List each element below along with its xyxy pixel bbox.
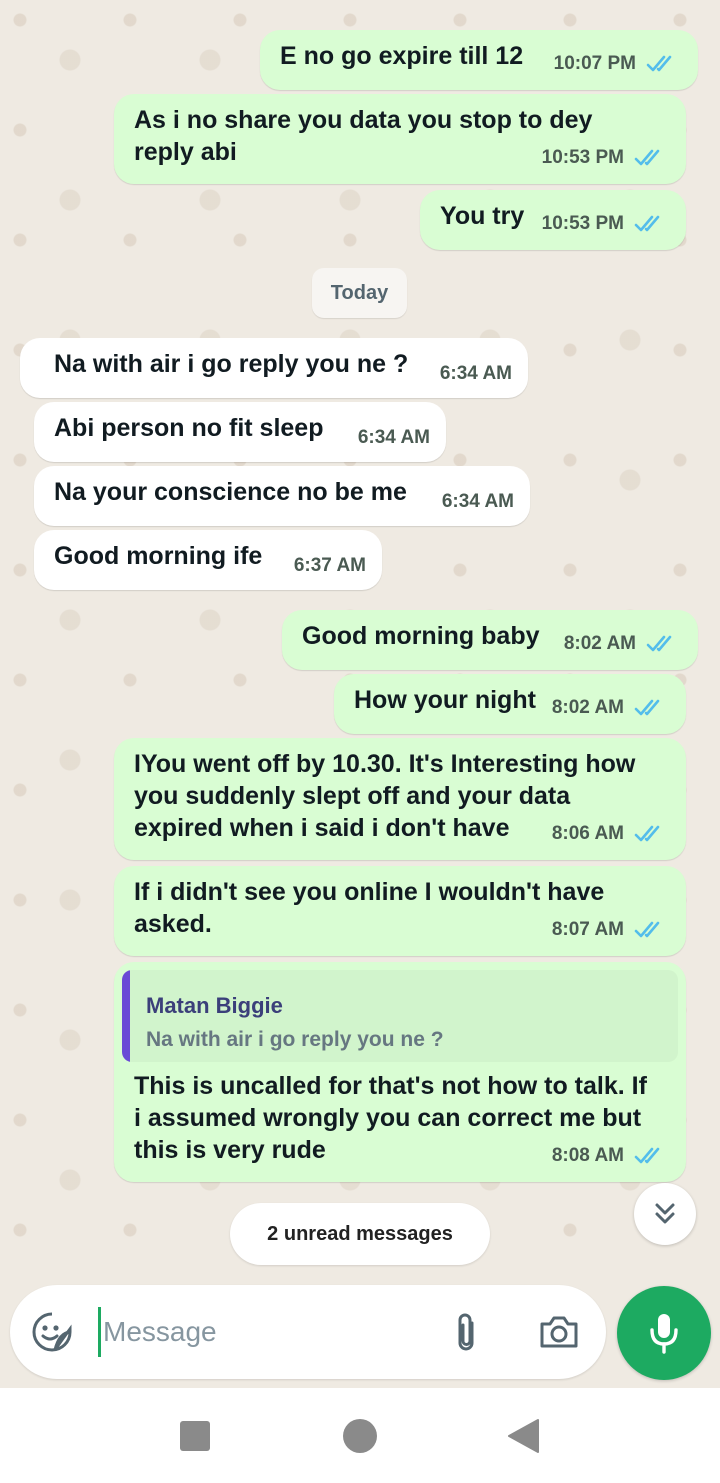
message-meta: 8:02 AM [564, 628, 678, 660]
message-meta: 6:34 AM [440, 358, 512, 390]
message-time: 8:07 AM [551, 919, 624, 940]
message-meta: 8:07 AM [552, 914, 666, 946]
message-time: 6:37 AM [293, 555, 366, 576]
message-text: Good morning ife [54, 542, 263, 570]
outgoing-message[interactable]: Matan Biggie Na with air i go reply you n… [114, 962, 686, 1182]
message-meta: 8:06 AM [552, 818, 666, 850]
read-receipt-icon [634, 921, 660, 938]
message-text: Abi person no fit sleep [54, 414, 324, 442]
message-input[interactable] [98, 1307, 428, 1357]
quoted-sender: Matan Biggie [146, 993, 283, 1018]
message-text: How your night [354, 686, 536, 714]
recent-apps-button[interactable] [179, 1420, 211, 1457]
camera-icon[interactable] [536, 1311, 582, 1353]
message-text: Na your conscience no be me [54, 478, 407, 506]
home-button[interactable] [342, 1418, 378, 1459]
outgoing-message[interactable]: Good morning baby 8:02 AM [282, 610, 698, 670]
message-meta: 8:02 AM [552, 692, 666, 724]
incoming-message[interactable]: Na with air i go reply you ne ? 6:34 AM [20, 338, 528, 398]
message-text: E no go expire till 12 [280, 42, 524, 70]
message-meta: 10:53 PM [542, 142, 666, 174]
incoming-message[interactable]: Abi person no fit sleep 6:34 AM [34, 402, 446, 462]
outgoing-message[interactable]: How your night 8:02 AM [334, 674, 686, 734]
date-divider: Today [312, 268, 407, 318]
outgoing-message[interactable]: IYou went off by 10.30. It's Interesting… [114, 738, 686, 860]
message-text: Na with air i go reply you ne ? [54, 350, 409, 378]
incoming-message[interactable]: Na your conscience no be me 6:34 AM [34, 466, 530, 526]
scroll-to-bottom-button[interactable] [634, 1183, 696, 1245]
read-receipt-icon [646, 55, 672, 72]
message-time: 8:06 AM [551, 823, 624, 844]
message-time: 6:34 AM [357, 427, 430, 448]
voice-message-button[interactable] [617, 1286, 711, 1380]
back-triangle-icon [508, 1419, 539, 1453]
paperclip-icon[interactable] [446, 1310, 486, 1356]
square-icon [180, 1421, 210, 1451]
message-time: 6:34 AM [439, 363, 512, 384]
read-receipt-icon [634, 215, 660, 232]
message-meta: 6:37 AM [294, 550, 366, 582]
quoted-text: Na with air i go reply you ne ? [146, 1028, 444, 1051]
message-text: Good morning baby [302, 622, 540, 650]
message-meta: 10:53 PM [542, 208, 666, 240]
message-composer [10, 1285, 606, 1379]
quote-bar [122, 970, 130, 1062]
message-time: 8:02 AM [551, 697, 624, 718]
message-time: 8:02 AM [563, 633, 636, 654]
message-time: 8:08 AM [551, 1145, 624, 1166]
message-time: 10:53 PM [541, 213, 624, 234]
message-meta: 6:34 AM [358, 422, 430, 454]
outgoing-message[interactable]: As i no share you data you stop to dey r… [114, 94, 686, 184]
sticker-icon[interactable] [30, 1310, 74, 1354]
read-receipt-icon [634, 1147, 660, 1164]
outgoing-message[interactable]: If i didn't see you online I wouldn't ha… [114, 866, 686, 956]
microphone-icon [650, 1314, 678, 1354]
back-button[interactable] [506, 1418, 540, 1459]
message-meta: 6:34 AM [442, 486, 514, 518]
message-time: 10:07 PM [553, 53, 636, 74]
outgoing-message[interactable]: E no go expire till 12 10:07 PM [260, 30, 698, 90]
outgoing-message[interactable]: You try 10:53 PM [420, 190, 686, 250]
circle-icon [343, 1419, 377, 1453]
quoted-message[interactable]: Matan Biggie Na with air i go reply you n… [122, 970, 678, 1062]
read-receipt-icon [634, 699, 660, 716]
read-receipt-icon [646, 635, 672, 652]
double-chevron-down-icon [655, 1203, 675, 1224]
incoming-message[interactable]: Good morning ife 6:37 AM [34, 530, 382, 590]
message-time: 10:53 PM [541, 147, 624, 168]
message-meta: 8:08 AM [552, 1140, 666, 1172]
read-receipt-icon [634, 825, 660, 842]
message-meta: 10:07 PM [554, 48, 678, 80]
read-receipt-icon [634, 149, 660, 166]
message-time: 6:34 AM [441, 491, 514, 512]
unread-messages-pill[interactable]: 2 unread messages [230, 1203, 490, 1265]
message-text: You try [440, 202, 525, 230]
